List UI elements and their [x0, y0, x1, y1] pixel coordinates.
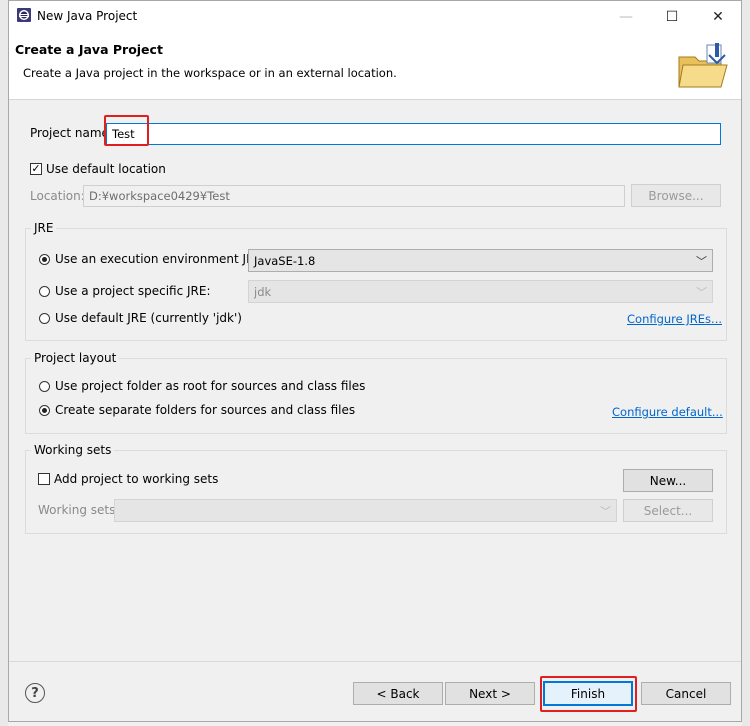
jre-specific-value: jdk — [254, 285, 272, 299]
project-layout-group — [25, 358, 727, 434]
default-location-label: Use default location — [46, 162, 166, 176]
highlight-finish — [540, 676, 637, 712]
highlight-project-name — [104, 115, 149, 146]
back-button[interactable]: < Back — [353, 682, 443, 705]
select-working-sets-button[interactable]: Select... — [623, 499, 713, 522]
project-name-input[interactable]: Test — [106, 123, 721, 145]
footer-divider — [9, 661, 741, 662]
title-bar: New Java Project — ☐ ✕ — [9, 1, 741, 32]
close-button[interactable]: ✕ — [695, 1, 741, 32]
chevron-down-icon: ﹀ — [600, 505, 611, 518]
project-name-label: Project name: — [30, 126, 113, 140]
jre-env-radio[interactable] — [39, 254, 50, 265]
new-working-set-button[interactable]: New... — [623, 469, 713, 492]
wizard-header: Create a Java Project Create a Java proj… — [9, 32, 741, 100]
add-working-sets-checkbox[interactable] — [38, 473, 50, 485]
jre-specific-select[interactable]: jdk ﹀ — [248, 280, 713, 303]
background-right — [742, 0, 750, 726]
working-sets-select[interactable]: ﹀ — [114, 499, 617, 522]
eclipse-icon — [17, 8, 31, 22]
window-title: New Java Project — [37, 9, 138, 23]
minimize-button[interactable]: — — [603, 1, 649, 32]
jre-specific-label: Use a project specific JRE: — [55, 284, 211, 298]
next-button[interactable]: Next > — [445, 682, 535, 705]
jre-env-value: JavaSE-1.8 — [254, 254, 316, 268]
maximize-button[interactable]: ☐ — [649, 1, 695, 32]
browse-button[interactable]: Browse... — [631, 184, 721, 207]
configure-default-link[interactable]: Configure default... — [612, 405, 723, 419]
wizard-description: Create a Java project in the workspace o… — [23, 66, 397, 80]
help-icon[interactable]: ? — [25, 683, 45, 703]
project-layout-title: Project layout — [31, 351, 120, 365]
java-project-folder-icon — [678, 43, 728, 88]
location-label: Location: — [30, 189, 85, 203]
location-input[interactable]: D:¥workspace0429¥Test — [83, 185, 625, 207]
working-sets-label: Working sets: — [38, 503, 120, 517]
layout-root-radio[interactable] — [39, 381, 50, 392]
jre-env-select[interactable]: JavaSE-1.8 ﹀ — [248, 249, 713, 272]
cancel-button[interactable]: Cancel — [641, 682, 731, 705]
working-sets-title: Working sets — [31, 443, 115, 457]
chevron-down-icon: ﹀ — [696, 286, 707, 299]
dialog-window: New Java Project — ☐ ✕ Create a Java Pro… — [8, 0, 742, 722]
chevron-down-icon: ﹀ — [696, 255, 707, 268]
jre-default-radio[interactable] — [39, 313, 50, 324]
layout-separate-radio[interactable] — [39, 405, 50, 416]
add-working-sets-label: Add project to working sets — [54, 472, 219, 486]
default-location-checkbox[interactable]: ✓ — [30, 163, 42, 175]
wizard-title: Create a Java Project — [15, 42, 163, 57]
jre-group-title: JRE — [31, 221, 57, 235]
jre-env-label: Use an execution environment JRE: — [55, 252, 267, 266]
background-left — [0, 0, 8, 726]
configure-jres-link[interactable]: Configure JREs... — [627, 312, 722, 326]
layout-root-label: Use project folder as root for sources a… — [55, 379, 366, 393]
jre-default-label: Use default JRE (currently 'jdk') — [55, 311, 242, 325]
layout-separate-label: Create separate folders for sources and … — [55, 403, 356, 417]
jre-specific-radio[interactable] — [39, 286, 50, 297]
